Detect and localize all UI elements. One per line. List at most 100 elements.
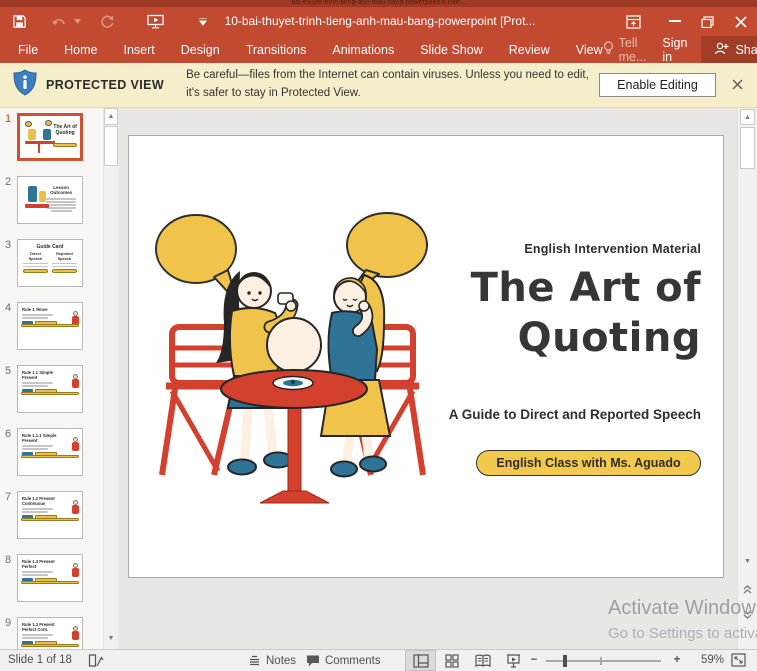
- ribbon-tab-animations[interactable]: Animations: [332, 43, 394, 57]
- editor-scrollbar-thumb[interactable]: [740, 127, 755, 169]
- slide-thumbnail-1[interactable]: 1 The Art of Quoting: [0, 113, 103, 163]
- scroll-up-icon[interactable]: ▲: [740, 109, 755, 125]
- ribbon-tab-transitions[interactable]: Transitions: [246, 43, 307, 57]
- comments-label: Comments: [325, 654, 381, 667]
- ribbon-tab-view[interactable]: View: [576, 43, 603, 57]
- slide-sorter-button[interactable]: [436, 650, 467, 671]
- slide-thumbnail-9[interactable]: 9 Rule 1.3 Present Perfect Cont.: [0, 617, 103, 649]
- ribbon-right-cluster: Tell me... Sign in Share: [603, 35, 757, 64]
- slide-text-column: English Intervention Material The Art of…: [371, 242, 701, 476]
- slide-counter[interactable]: Slide 1 of 18: [8, 650, 72, 671]
- ribbon-display-options-icon[interactable]: [617, 7, 650, 36]
- background-window-strip: bai-thuyet-trinh-tieng-anh-mau-bang-powe…: [0, 0, 757, 7]
- slide-thumbnail-4[interactable]: 4 Rule 1 Tense: [0, 302, 103, 352]
- view-switcher: [405, 650, 529, 671]
- next-slide-icon[interactable]: [740, 607, 755, 622]
- zoom-out-button[interactable]: −: [527, 650, 541, 671]
- undo-dropdown-icon: [72, 12, 82, 32]
- scroll-down-icon[interactable]: ▼: [104, 630, 118, 647]
- notes-button[interactable]: Notes: [248, 650, 296, 671]
- thumbnail-preview[interactable]: Guide Card Direct Speech Reported Speech: [17, 239, 83, 287]
- proofing-status-icon[interactable]: [88, 653, 104, 671]
- ribbon-tab-row: File Home Insert Design Transitions Anim…: [0, 35, 757, 64]
- slide-title-line1: The Art of: [470, 265, 701, 311]
- thumbnail-number: 3: [5, 239, 12, 251]
- sign-in-button[interactable]: Sign in: [662, 36, 687, 64]
- close-button[interactable]: [724, 7, 757, 36]
- protected-view-label: PROTECTED VIEW: [46, 78, 165, 92]
- ribbon-tab-file[interactable]: File: [18, 43, 38, 57]
- mini-slide-title: Rule 1 Tense: [22, 307, 48, 312]
- banner-close-icon[interactable]: [729, 78, 746, 93]
- minimize-button[interactable]: [658, 7, 691, 36]
- protected-view-shield-icon: [13, 69, 37, 101]
- mini-slide-title: Rule 1.2 Present Continuous: [22, 496, 55, 506]
- tell-me-box[interactable]: Tell me...: [603, 35, 647, 64]
- slide-show-button[interactable]: [498, 650, 529, 671]
- mini-person-illustration: [71, 437, 79, 452]
- previous-slide-icon[interactable]: [740, 582, 755, 597]
- ribbon-tab-review[interactable]: Review: [509, 43, 550, 57]
- normal-view-button[interactable]: [405, 650, 436, 671]
- mini-slide-title: Guide Card: [36, 244, 64, 250]
- thumbnail-preview[interactable]: Rule 1.2 Present Continuous: [17, 491, 83, 539]
- ribbon-tab-slide-show[interactable]: Slide Show: [420, 43, 483, 57]
- thumbnail-preview[interactable]: Rule 1.3 Present Perfect Cont.: [17, 617, 83, 649]
- tell-me-label: Tell me...: [618, 35, 647, 64]
- slide-thumbnail-2[interactable]: 2 Lesson Outcomes: [0, 176, 103, 226]
- zoom-in-button[interactable]: +: [670, 650, 684, 671]
- scroll-up-icon[interactable]: ▲: [104, 108, 118, 125]
- thumbnail-scrollbar-thumb[interactable]: [104, 126, 118, 166]
- slide-editor-area: English Intervention Material The Art of…: [118, 108, 737, 649]
- lightbulb-icon: [603, 41, 614, 58]
- slide-thumbnail-6[interactable]: 6 Rule 1.1.1 Simple Present: [0, 428, 103, 478]
- mini-person-illustration: [71, 563, 79, 578]
- thumbnail-number: 8: [5, 554, 12, 566]
- slide-title: The Art of Quoting: [371, 263, 701, 363]
- ribbon-tabs: File Home Insert Design Transitions Anim…: [0, 43, 603, 57]
- comments-button[interactable]: Comments: [306, 650, 381, 671]
- status-bar: Slide 1 of 18 Notes Comments − + 59%: [0, 649, 757, 671]
- mini-badge: [53, 143, 78, 147]
- slide-badge: English Class with Ms. Aguado: [476, 450, 701, 476]
- mini-person-illustration: [71, 374, 79, 389]
- thumbnail-number: 6: [5, 428, 12, 440]
- mini-slide-title: Rule 1.1 Simple Present: [22, 370, 53, 380]
- thumbnail-preview[interactable]: Rule 1.3 Present Perfect: [17, 554, 83, 602]
- slide-title-line2: Quoting: [517, 315, 701, 361]
- thumbnail-preview[interactable]: Rule 1 Tense: [17, 302, 83, 350]
- slide-thumbnail-8[interactable]: 8 Rule 1.3 Present Perfect: [0, 554, 103, 604]
- ribbon-tab-design[interactable]: Design: [181, 43, 220, 57]
- fit-slide-to-window-icon[interactable]: [731, 653, 746, 670]
- restore-button[interactable]: [691, 7, 724, 36]
- ribbon-tab-insert[interactable]: Insert: [124, 43, 155, 57]
- powerpoint-window: { "colors": { "titlebar": "#C24A31", "ti…: [0, 0, 757, 671]
- main-area: 1 The Art of Quoting 2 Lesson Outcomes 3…: [0, 108, 757, 649]
- mini-slide-title: Rule 1.1.1 Simple Present: [22, 433, 57, 443]
- reading-view-button[interactable]: [467, 650, 498, 671]
- thumbnail-preview[interactable]: Rule 1.1.1 Simple Present: [17, 428, 83, 476]
- thumbnail-panel-scrollbar[interactable]: ▲ ▼: [103, 108, 118, 649]
- slide-thumbnail-7[interactable]: 7 Rule 1.2 Present Continuous: [0, 491, 103, 541]
- slide-thumbnail-3[interactable]: 3 Guide Card Direct Speech Reported Spee…: [0, 239, 103, 289]
- editor-scrollbar[interactable]: ▲ ▼: [737, 108, 757, 649]
- thumbnail-preview[interactable]: The Art of Quoting: [17, 113, 83, 161]
- thumbnail-preview[interactable]: Lesson Outcomes: [17, 176, 83, 224]
- protected-view-message: Be careful—files from the Internet can c…: [186, 69, 589, 99]
- thumbnail-preview[interactable]: Rule 1.1 Simple Present: [17, 365, 83, 413]
- mini-slide-title: Rule 1.3 Present Perfect Cont.: [22, 622, 55, 632]
- ribbon-tab-home[interactable]: Home: [64, 43, 97, 57]
- scroll-down-icon[interactable]: ▼: [740, 554, 755, 569]
- mini-person-illustration: [71, 500, 79, 515]
- zoom-level[interactable]: 59%: [688, 650, 724, 671]
- slide-thumbnail-panel: 1 The Art of Quoting 2 Lesson Outcomes 3…: [0, 108, 118, 649]
- slide-thumbnail-5[interactable]: 5 Rule 1.1 Simple Present: [0, 365, 103, 415]
- enable-editing-button[interactable]: Enable Editing: [599, 73, 716, 97]
- share-button[interactable]: Share: [701, 36, 757, 63]
- zoom-slider-thumb[interactable]: [563, 655, 567, 667]
- mini-column-title: Direct Speech: [28, 252, 43, 261]
- thumbnail-number: 2: [5, 176, 12, 188]
- save-icon[interactable]: [10, 12, 28, 32]
- mini-person-illustration: [71, 626, 79, 641]
- speech-bubble-left: [155, 214, 238, 303]
